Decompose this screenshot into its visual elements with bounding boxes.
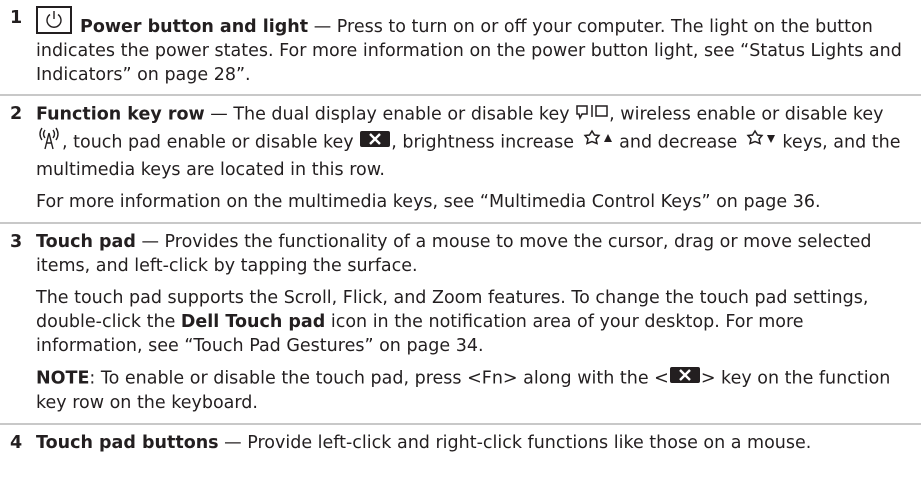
item-dash: — <box>308 17 337 37</box>
item-dash: — <box>204 104 234 125</box>
item-text: , brightness increase <box>391 132 580 153</box>
item-content: Function key row — The dual display enab… <box>36 102 921 214</box>
item-paragraph: The touch pad supports the Scroll, Flick… <box>36 286 915 358</box>
item-text: The dual display enable or disable key <box>233 104 576 125</box>
item-dash: — <box>135 232 165 252</box>
document-page: 1 Power button and light — Press to turn… <box>0 0 921 488</box>
item-dash: — <box>218 433 248 453</box>
power-icon <box>36 6 72 34</box>
wireless-icon <box>36 127 62 158</box>
touchpad-toggle-icon <box>669 366 701 391</box>
item-paragraph: For more information on the multimedia k… <box>36 192 821 212</box>
item-number: 3 <box>10 232 23 252</box>
list-item-function-key-row: 2 Function key row — The dual display en… <box>0 96 921 224</box>
item-title: Touch pad <box>36 232 136 252</box>
item-content: Touch pad buttons — Provide left-click a… <box>36 431 921 455</box>
item-number: 2 <box>10 104 23 124</box>
item-text: , wireless enable or disable key <box>609 104 884 125</box>
brightness-up-icon <box>580 128 614 157</box>
item-number: 4 <box>10 433 23 453</box>
dual-display-icon <box>575 102 609 127</box>
brightness-down-icon <box>743 128 777 157</box>
list-item-power-button: 1 Power button and light — Press to turn… <box>0 0 921 96</box>
note-label: NOTE <box>36 368 90 389</box>
item-title: Touch pad buttons <box>36 433 219 453</box>
item-content: Power button and light — Press to turn o… <box>36 6 921 87</box>
item-bold-text: Dell Touch pad <box>180 312 326 332</box>
note-paragraph: NOTE: To enable or disable the touch pad… <box>36 366 915 415</box>
list-item-touch-pad-buttons: 4 Touch pad buttons — Provide left-click… <box>0 425 921 455</box>
item-text: , touch pad enable or disable key <box>62 132 360 153</box>
item-paragraph: Function key row — The dual display enab… <box>36 102 915 182</box>
touchpad-toggle-icon <box>359 130 391 155</box>
item-number: 1 <box>10 8 23 28</box>
item-title: Power button and light <box>80 17 309 37</box>
list-item-touch-pad: 3 Touch pad — Provides the functionality… <box>0 224 921 425</box>
item-paragraph: Power button and light — Press to turn o… <box>36 6 915 87</box>
item-text: Provide left-click and right-click funct… <box>247 433 812 453</box>
item-paragraph: Touch pad — Provides the functionality o… <box>36 230 915 278</box>
item-content: Touch pad — Provides the functionality o… <box>36 230 921 415</box>
item-text: and decrease <box>613 132 743 153</box>
item-paragraph: Touch pad buttons — Provide left-click a… <box>36 431 915 455</box>
item-title: Function key row <box>36 104 205 125</box>
note-text: : To enable or disable the touch pad, pr… <box>89 368 669 389</box>
